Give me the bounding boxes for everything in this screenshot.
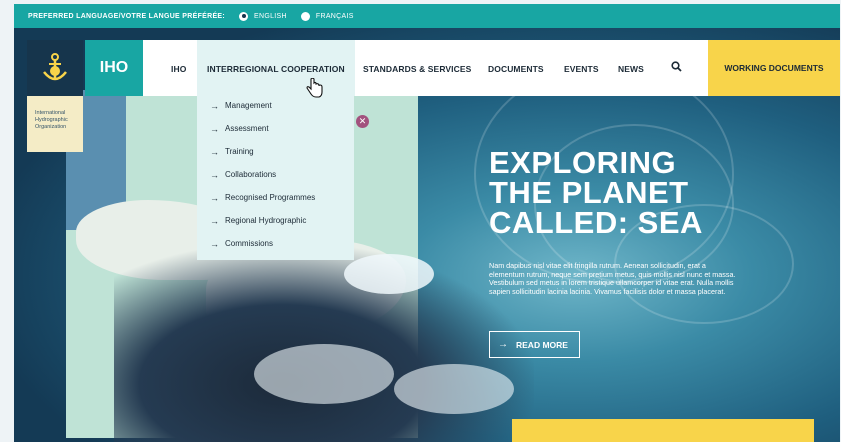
dropdown-item-management[interactable]: → Management (197, 94, 354, 117)
arrow-right-icon: → (210, 100, 219, 111)
yellow-panel (512, 419, 814, 442)
brand-short[interactable]: IHO (85, 40, 143, 96)
arrow-right-icon: → (210, 169, 219, 180)
nav-item-iho[interactable]: IHO (171, 64, 186, 74)
main-nav: IHO INTERREGIONAL COOPERATION STANDARDS … (143, 40, 708, 96)
arrow-right-icon: → (210, 123, 219, 134)
language-option-french[interactable]: FRANÇAIS (300, 11, 354, 21)
hero-body: Nam dapibus nisl vitae elit fringilla ru… (489, 261, 736, 296)
arrow-right-icon: → (210, 192, 219, 203)
interregional-dropdown: → Management → Assessment → Training → Colla… (197, 90, 354, 260)
arrow-right-icon: → (210, 146, 219, 157)
dropdown-item-regional-hydrographic[interactable]: → Regional Hydrographic (197, 209, 354, 232)
nav-item-news[interactable]: NEWS (618, 64, 644, 74)
language-option-english[interactable]: ENGLISH (239, 11, 287, 21)
read-more-button[interactable]: → READ MORE (489, 331, 580, 358)
arrow-right-icon: → (498, 339, 508, 350)
working-documents-button[interactable]: WORKING DOCUMENTS (708, 40, 840, 96)
language-bar: PREFERRED LANGUAGE/VOTRE LANGUE PRÉFÉRÉE… (14, 4, 840, 28)
dropdown-item-collaborations[interactable]: → Collaborations (197, 163, 354, 186)
search-icon[interactable] (671, 61, 682, 74)
anchor-icon (43, 53, 67, 81)
nav-item-interregional-cooperation[interactable]: INTERREGIONAL COOPERATION (197, 40, 355, 96)
dropdown-item-recognised-programmes[interactable]: → Recognised Programmes (197, 186, 354, 209)
org-name: International Hydrographic Organization (27, 96, 83, 152)
close-icon[interactable]: ✕ (356, 115, 369, 128)
iho-logo[interactable] (27, 40, 83, 96)
hero-title: EXPLORING THE PLANET CALLED: SEA (489, 145, 703, 240)
arrow-right-icon: → (210, 215, 219, 226)
dropdown-item-commissions[interactable]: → Commissions (197, 232, 354, 255)
radio-icon[interactable] (300, 11, 310, 21)
radio-selected-icon[interactable] (239, 11, 249, 21)
nav-item-standards-services[interactable]: STANDARDS & SERVICES (363, 64, 471, 74)
nav-item-documents[interactable]: DOCUMENTS (488, 64, 544, 74)
nav-item-events[interactable]: EVENTS (564, 64, 599, 74)
arrow-right-icon: → (210, 238, 219, 249)
dropdown-item-assessment[interactable]: → Assessment (197, 117, 354, 140)
hand-cursor-icon (305, 77, 323, 103)
dropdown-item-training[interactable]: → Training (197, 140, 354, 163)
language-label: PREFERRED LANGUAGE/VOTRE LANGUE PRÉFÉRÉE… (28, 12, 226, 20)
